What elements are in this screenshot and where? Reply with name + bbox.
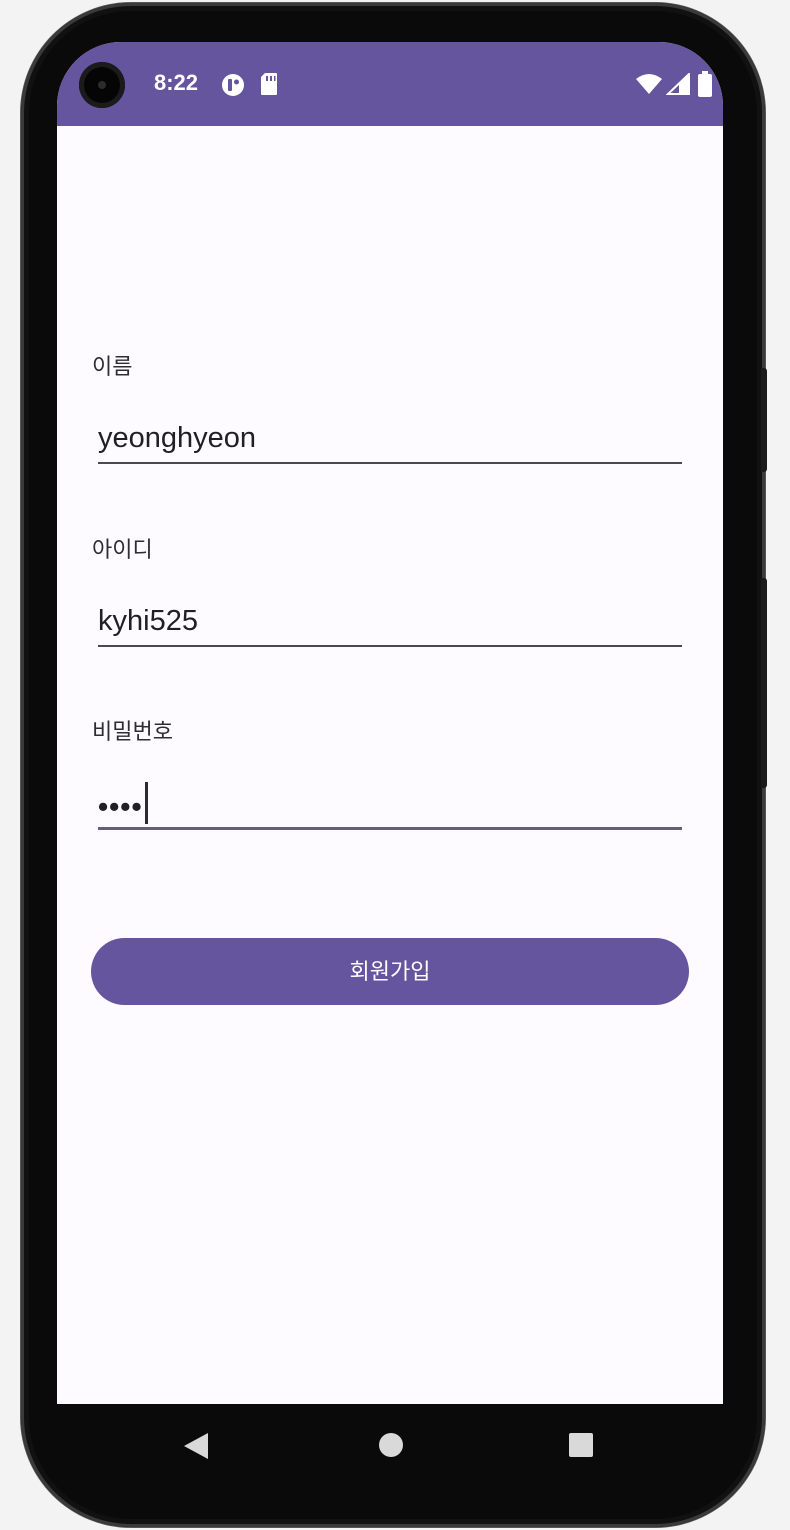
name-input[interactable]: yeonghyeon (98, 422, 256, 455)
recent-apps-icon[interactable] (568, 1432, 594, 1458)
wifi-icon (636, 74, 662, 94)
id-label: 아이디 (92, 538, 153, 563)
power-button (761, 578, 767, 788)
id-input-underline (98, 645, 682, 647)
password-input[interactable]: •••• (98, 782, 148, 830)
front-camera (79, 62, 125, 108)
app-notification-icon (222, 74, 244, 96)
status-bar: 8:22 (57, 42, 723, 126)
home-icon[interactable] (378, 1432, 404, 1458)
name-input-underline (98, 462, 682, 464)
status-time: 8:22 (154, 70, 199, 95)
sd-card-icon (261, 73, 277, 95)
text-cursor (144, 782, 148, 824)
battery-icon (698, 71, 712, 97)
cellular-signal-icon (666, 73, 690, 95)
app-screen: 8:22 이름 yeonghyeon 아이디 kyhi525 비밀번호 ••••… (57, 42, 723, 1404)
id-input[interactable]: kyhi525 (98, 605, 198, 638)
back-icon[interactable] (183, 1432, 209, 1460)
password-label: 비밀번호 (92, 720, 173, 745)
name-label: 이름 (92, 355, 133, 380)
password-masked-text: •••• (98, 791, 143, 824)
volume-button (761, 368, 767, 472)
navigation-bar (57, 1404, 723, 1486)
signup-button[interactable]: 회원가입 (91, 938, 689, 1005)
password-input-underline (98, 827, 682, 830)
